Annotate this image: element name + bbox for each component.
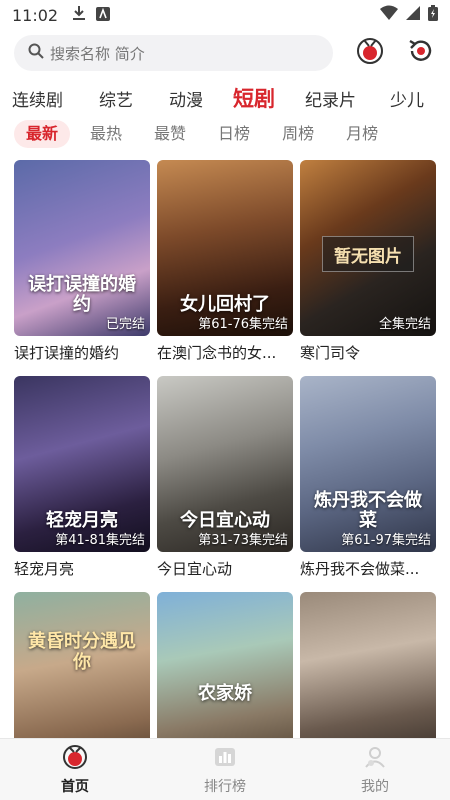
ranking-icon [212, 744, 238, 774]
clock-history-icon [407, 37, 435, 69]
history-button[interactable] [407, 38, 436, 68]
sort-tab-1[interactable]: 最热 [78, 120, 134, 148]
nav-ranking-label: 排行榜 [204, 778, 246, 795]
download-icon [72, 5, 86, 25]
home-icon [62, 744, 88, 774]
search-placeholder: 搜索名称 简介 [50, 44, 145, 63]
drama-poster: 误打误撞的婚约 已完结 [14, 160, 150, 336]
sort-tab-0[interactable]: 最新 [14, 120, 71, 148]
tab-category-0[interactable]: 连续剧 [12, 86, 63, 111]
app-notification-icon [96, 6, 111, 25]
tab-category-3[interactable]: 短剧 [233, 83, 275, 113]
nav-profile-label: 我的 [361, 778, 389, 795]
sort-tab-5[interactable]: 月榜 [334, 120, 390, 148]
drama-card[interactable]: 今日宜心动 第31-73集完结 今日宜心动 [157, 376, 293, 579]
episode-badge: 已完结 [105, 317, 145, 332]
drama-title: 寒门司令 [300, 344, 361, 362]
drama-card[interactable]: 误打误撞的婚约 已完结 误打误撞的婚约 [14, 160, 150, 363]
nav-profile[interactable]: 我的 [300, 739, 450, 800]
poster-title: 炼丹我不会做菜 [314, 489, 422, 532]
episode-badge: 第31-73集完结 [198, 533, 288, 548]
drama-title: 炼丹我不会做菜... [300, 560, 420, 578]
sort-tabs: 最新 最热 最赞 日榜 周榜 月榜 [14, 118, 444, 150]
tab-category-4[interactable]: 纪录片 [305, 86, 356, 111]
poster-title: 农家娇 [198, 683, 252, 704]
drama-poster: 轻宠月亮 第41-81集完结 [14, 376, 150, 552]
episode-badge: 第41-81集完结 [55, 533, 145, 548]
sort-tab-4[interactable]: 周榜 [270, 120, 326, 148]
drama-poster: 暂无图片 全集完结 [300, 160, 436, 336]
poster-title: 误打误撞的婚约 [28, 273, 136, 316]
signal-icon [406, 5, 420, 25]
drama-title: 在澳门念书的女... [157, 344, 277, 362]
app-root: 11:02 搜索名称 简介 连续剧 综艺 动漫 短剧 纪录片 少儿 最新 最热 … [0, 0, 450, 800]
drama-card[interactable]: 暂无图片 全集完结 寒门司令 [300, 160, 436, 363]
status-time: 11:02 [12, 5, 59, 25]
search-input[interactable]: 搜索名称 简介 [14, 35, 334, 71]
episode-badge: 第61-97集完结 [341, 533, 431, 548]
poster-title: 黄昏时分遇见你 [28, 631, 136, 673]
drama-title: 误打误撞的婚约 [14, 344, 120, 362]
drama-title: 今日宜心动 [157, 560, 233, 578]
sort-tab-3[interactable]: 日榜 [206, 120, 262, 148]
tv-history-icon [356, 37, 384, 69]
drama-card[interactable]: 轻宠月亮 第41-81集完结 轻宠月亮 [14, 376, 150, 579]
tab-category-2[interactable]: 动漫 [169, 86, 203, 111]
nav-home[interactable]: 首页 [0, 739, 150, 800]
profile-icon [362, 744, 388, 774]
category-tabs: 连续剧 综艺 动漫 短剧 纪录片 少儿 [0, 78, 450, 118]
sort-tab-2[interactable]: 最赞 [142, 120, 198, 148]
watch-history-button[interactable] [355, 38, 384, 68]
no-image-placeholder: 暂无图片 [322, 236, 414, 272]
drama-poster: 炼丹我不会做菜 第61-97集完结 [300, 376, 436, 552]
episode-badge: 第61-76集完结 [198, 317, 288, 332]
nav-home-label: 首页 [61, 778, 89, 795]
nav-ranking[interactable]: 排行榜 [150, 739, 300, 800]
drama-card[interactable]: 女儿回村了 第61-76集完结 在澳门念书的女... [157, 160, 293, 363]
search-icon [28, 43, 44, 63]
wifi-icon [380, 5, 398, 25]
search-row: 搜索名称 简介 [14, 34, 436, 72]
drama-card[interactable]: 炼丹我不会做菜 第61-97集完结 炼丹我不会做菜... [300, 376, 436, 579]
drama-poster: 女儿回村了 第61-76集完结 [157, 160, 293, 336]
drama-title: 轻宠月亮 [14, 560, 75, 578]
episode-badge: 全集完结 [378, 317, 431, 332]
status-bar: 11:02 [0, 0, 450, 30]
battery-icon [428, 5, 438, 25]
drama-poster: 今日宜心动 第31-73集完结 [157, 376, 293, 552]
bottom-nav: 首页 排行榜 我的 [0, 738, 450, 800]
tab-category-1[interactable]: 综艺 [99, 86, 133, 111]
tab-category-5[interactable]: 少儿 [390, 86, 424, 111]
